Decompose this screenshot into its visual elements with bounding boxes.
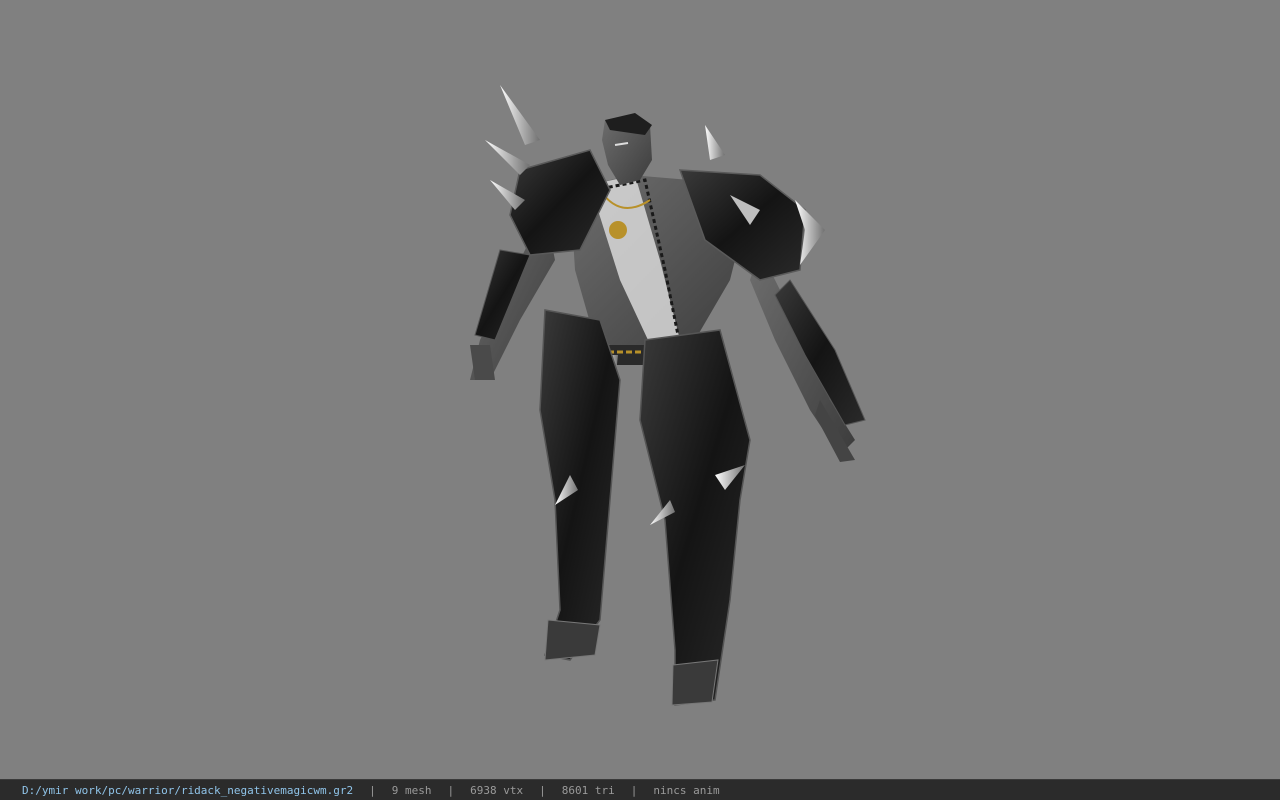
left-leg: [539, 309, 621, 661]
separator: |: [630, 783, 638, 797]
character-model: [470, 85, 866, 706]
animation-status: nincs anim: [653, 783, 720, 797]
right-leg: [639, 329, 751, 706]
vertex-count: 6938 vtx: [470, 783, 524, 797]
separator: |: [539, 783, 546, 797]
right-arm: [750, 250, 866, 462]
head: [602, 113, 652, 185]
file-path: D:/ymir work/pc/warrior/ridack_negativem…: [22, 783, 354, 797]
separator: |: [447, 783, 455, 797]
mesh-count: 9 mesh: [391, 783, 432, 797]
model-viewport[interactable]: [0, 0, 1280, 779]
separator: |: [369, 783, 376, 797]
triangle-count: 8601 tri: [561, 783, 615, 797]
status-bar: D:/ymir work/pc/warrior/ridack_negativem…: [0, 779, 1280, 800]
